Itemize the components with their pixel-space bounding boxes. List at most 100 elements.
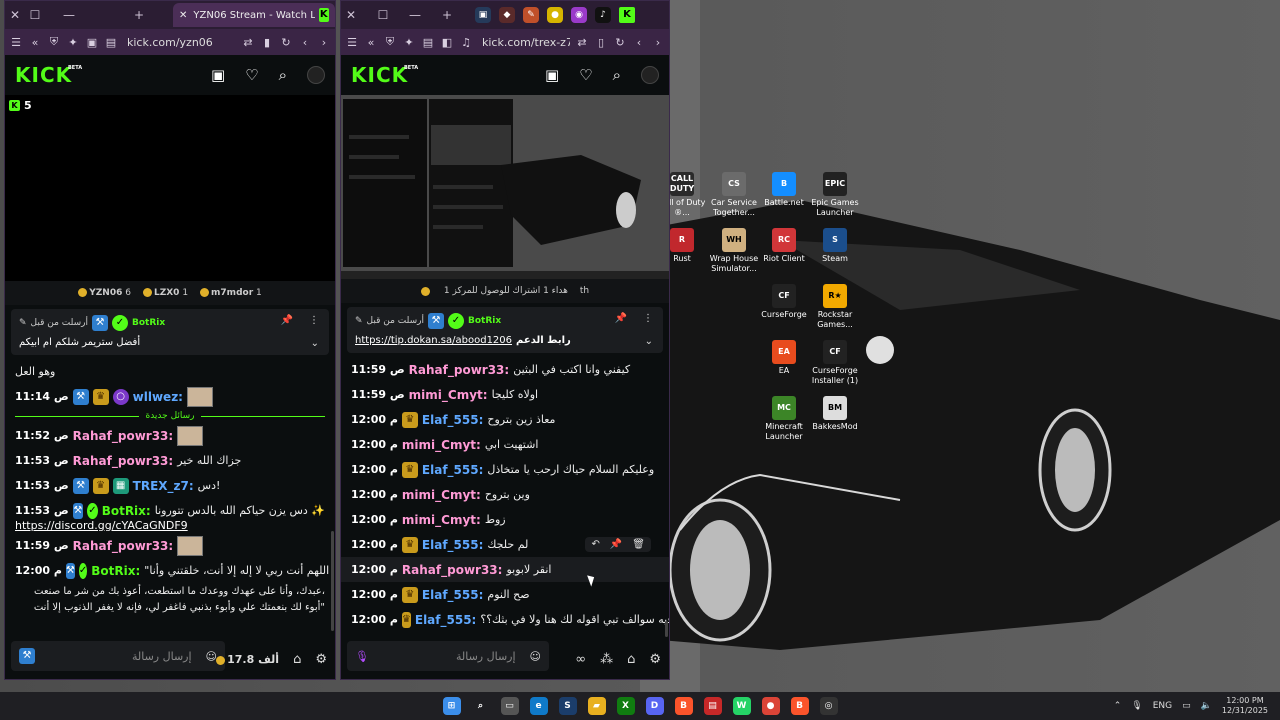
- brave-active-icon[interactable]: B: [790, 697, 809, 715]
- chat-username[interactable]: mimi_Cmyt:: [402, 438, 481, 452]
- new-tab-icon[interactable]: +: [129, 8, 149, 22]
- tab-favicon[interactable]: ●: [547, 7, 563, 23]
- chat-scrollbar[interactable]: [331, 531, 334, 631]
- chat-username[interactable]: mimi_Cmyt:: [409, 388, 488, 402]
- close-icon[interactable]: ✕: [5, 8, 25, 22]
- clock[interactable]: 12:00 PM 12/31/2025: [1222, 696, 1268, 716]
- mod-icon[interactable]: ⚒: [19, 648, 35, 664]
- chat-username[interactable]: Rahaf_powr33:: [402, 563, 503, 577]
- steam-icon[interactable]: S: [558, 697, 577, 715]
- tip-link[interactable]: https://tip.dokan.sa/abood1206: [355, 335, 512, 346]
- pinned-user[interactable]: BotRix: [132, 318, 165, 328]
- translate-icon[interactable]: ⇄: [241, 36, 255, 49]
- sidebar-icon[interactable]: ◧: [440, 36, 454, 49]
- chat-input[interactable]: 🎙 إرسال رسالة ☺: [347, 641, 549, 671]
- edge-icon[interactable]: e: [529, 697, 548, 715]
- chat-username[interactable]: Elaf_555:: [422, 538, 483, 552]
- minimize-icon[interactable]: —: [405, 8, 425, 22]
- chat-username[interactable]: Elaf_555:: [422, 413, 483, 427]
- chrome-icon[interactable]: ●: [761, 697, 780, 715]
- address-bar[interactable]: kick.com/yzn06: [123, 36, 236, 49]
- discord-icon[interactable]: D: [645, 697, 664, 715]
- leader-item[interactable]: m7mdor 1: [200, 288, 262, 298]
- network-icon[interactable]: ▭: [1182, 701, 1191, 711]
- reload-icon[interactable]: ↻: [279, 36, 293, 49]
- chat-username[interactable]: mimi_Cmyt:: [402, 513, 481, 527]
- menu-icon[interactable]: ☰: [345, 36, 359, 49]
- back-double-icon[interactable]: «: [28, 36, 42, 49]
- obs-icon[interactable]: ◎: [819, 697, 838, 715]
- music-icon[interactable]: ♫: [459, 36, 473, 49]
- menu-icon[interactable]: ☰: [9, 36, 23, 49]
- maximize-icon[interactable]: ☐: [373, 8, 393, 22]
- shield-icon[interactable]: ⛨: [47, 35, 61, 49]
- pinned-user[interactable]: BotRix: [468, 316, 501, 326]
- chevron-down-icon[interactable]: ⌄: [311, 338, 319, 349]
- more-icon[interactable]: ⋮: [643, 313, 653, 324]
- desktop-icon[interactable]: BM BakkesMod: [805, 396, 865, 432]
- search-icon[interactable]: ⌕: [472, 697, 490, 715]
- pin-icon[interactable]: 📌: [281, 315, 293, 326]
- leader-item[interactable]: YZN06 6: [78, 288, 131, 298]
- pin-icon[interactable]: 📌: [610, 539, 622, 550]
- tiktok-tab-icon[interactable]: ♪: [595, 7, 611, 23]
- forward-icon[interactable]: ›: [317, 36, 331, 49]
- extension-icon[interactable]: ✦: [402, 36, 416, 49]
- back-icon[interactable]: ‹: [298, 36, 312, 49]
- settings-gear-icon[interactable]: ⚙: [315, 652, 327, 667]
- infinity-icon[interactable]: ∞: [575, 652, 586, 667]
- tab-icon[interactable]: ▤: [421, 36, 435, 49]
- kick-logo[interactable]: KICK BETA: [15, 63, 82, 87]
- xbox-icon[interactable]: X: [616, 697, 635, 715]
- extension-icon[interactable]: ✦: [66, 36, 80, 49]
- app-icon[interactable]: ▤: [703, 697, 722, 715]
- chat-username[interactable]: Elaf_555:: [422, 588, 483, 602]
- video-player[interactable]: [341, 95, 669, 279]
- pin-icon[interactable]: 📌: [615, 313, 627, 324]
- tab-yzn06[interactable]: ✕ YZN06 Stream - Watch Live on K K: [173, 3, 335, 27]
- store-icon[interactable]: ⌂: [627, 652, 635, 667]
- close-icon[interactable]: ✕: [341, 8, 361, 22]
- bookmark-icon[interactable]: ▮: [260, 36, 274, 49]
- task-view-icon[interactable]: ▭: [500, 697, 519, 715]
- folder-icon[interactable]: ▰: [587, 697, 606, 715]
- shield-icon[interactable]: ⛨: [383, 35, 397, 49]
- avatar[interactable]: [641, 66, 659, 84]
- more-icon[interactable]: ⋮: [309, 315, 319, 326]
- back-icon[interactable]: ‹: [632, 36, 646, 49]
- mic-icon[interactable]: 🎙: [355, 650, 369, 663]
- kick-tab-icon[interactable]: K: [619, 7, 635, 23]
- tab-icon[interactable]: ▤: [104, 36, 118, 49]
- browse-icon[interactable]: ▣: [211, 66, 225, 84]
- tab-favicon[interactable]: ◉: [571, 7, 587, 23]
- new-tab-icon[interactable]: +: [437, 8, 457, 22]
- chevron-up-icon[interactable]: ⌃: [1114, 701, 1122, 711]
- volume-icon[interactable]: 🔈: [1201, 701, 1212, 711]
- settings-gear-icon[interactable]: ⚙: [649, 652, 661, 667]
- forward-icon[interactable]: ›: [651, 36, 665, 49]
- tab-close-icon[interactable]: ✕: [179, 10, 187, 21]
- delete-icon[interactable]: 🗑: [632, 539, 645, 550]
- maximize-icon[interactable]: ☐: [25, 8, 45, 22]
- discord-link[interactable]: https://discord.gg/cYACaGNDF9: [15, 519, 188, 532]
- chat-username[interactable]: Elaf_555:: [415, 613, 476, 627]
- tab-favicon[interactable]: ✎: [523, 7, 539, 23]
- reload-icon[interactable]: ↻: [613, 36, 627, 49]
- store-icon[interactable]: ⌂: [293, 652, 301, 667]
- leader-item[interactable]: LZX0 1: [142, 288, 188, 298]
- chevron-down-icon[interactable]: ⌄: [645, 336, 653, 347]
- emoji-icon[interactable]: ☺: [530, 650, 541, 663]
- chat-input[interactable]: ⚒ إرسال رسالة ☺: [11, 641, 225, 671]
- whatsapp-icon[interactable]: W: [732, 697, 751, 715]
- kick-logo[interactable]: KICK BETA: [351, 63, 418, 87]
- avatar[interactable]: [307, 66, 325, 84]
- translate-icon[interactable]: ⇄: [575, 36, 589, 49]
- desktop-icon[interactable]: CF CurseForge Installer (1): [805, 340, 865, 386]
- chat-scrollbar[interactable]: [665, 621, 668, 637]
- minimize-icon[interactable]: —: [59, 8, 79, 22]
- desktop-icon[interactable]: S Steam: [805, 228, 865, 264]
- bookmark-icon[interactable]: ▯: [594, 36, 608, 49]
- following-heart-icon[interactable]: ♡: [579, 66, 592, 84]
- chat-username[interactable]: Rahaf_powr33:: [409, 363, 510, 377]
- language[interactable]: ENG: [1153, 701, 1172, 711]
